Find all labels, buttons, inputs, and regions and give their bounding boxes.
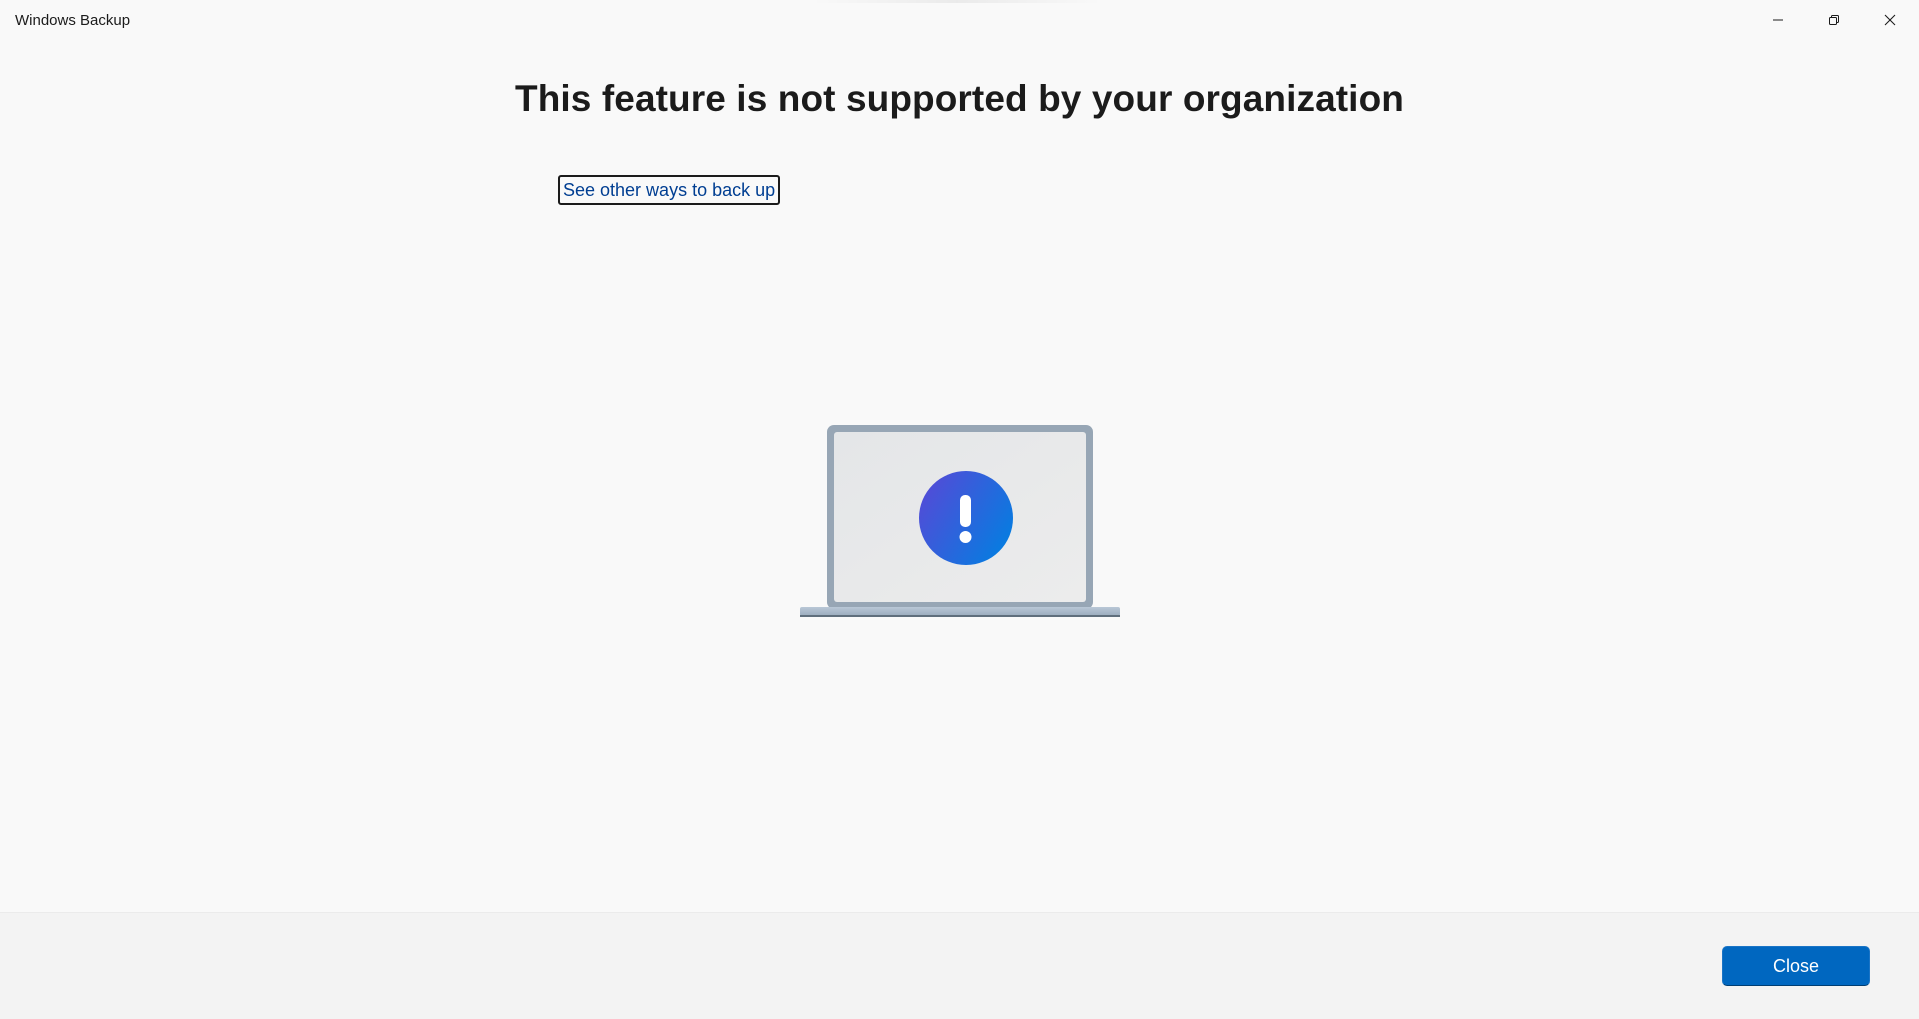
app-window: Windows Backup This feature is not suppo… <box>0 0 1919 1019</box>
other-backup-ways-link[interactable]: See other ways to back up <box>558 175 781 205</box>
snap-grip <box>812 0 1102 3</box>
restore-icon <box>1829 15 1839 25</box>
minimize-icon <box>1773 19 1783 21</box>
footer-bar <box>0 912 1919 1019</box>
page-heading-text: This feature is not supported by your or… <box>515 78 1404 119</box>
page-heading: This feature is not supported by your or… <box>0 78 1919 120</box>
alert-exclamation-bar <box>960 495 971 527</box>
other-backup-ways-link-text: See other ways to back up <box>563 179 776 200</box>
minimize-button[interactable] <box>1750 0 1806 40</box>
laptop-alert-icon <box>800 425 1120 617</box>
window-title: Windows Backup <box>15 12 131 29</box>
close-icon <box>1884 14 1896 26</box>
close-button[interactable]: Close <box>1722 946 1870 986</box>
alert-exclamation-dot <box>959 531 972 543</box>
laptop-base <box>800 607 1120 616</box>
close-window-button[interactable] <box>1862 0 1918 40</box>
laptop-base-edge <box>800 615 1120 617</box>
title-bar[interactable]: Windows Backup <box>0 0 1919 40</box>
restore-button[interactable] <box>1806 0 1862 40</box>
